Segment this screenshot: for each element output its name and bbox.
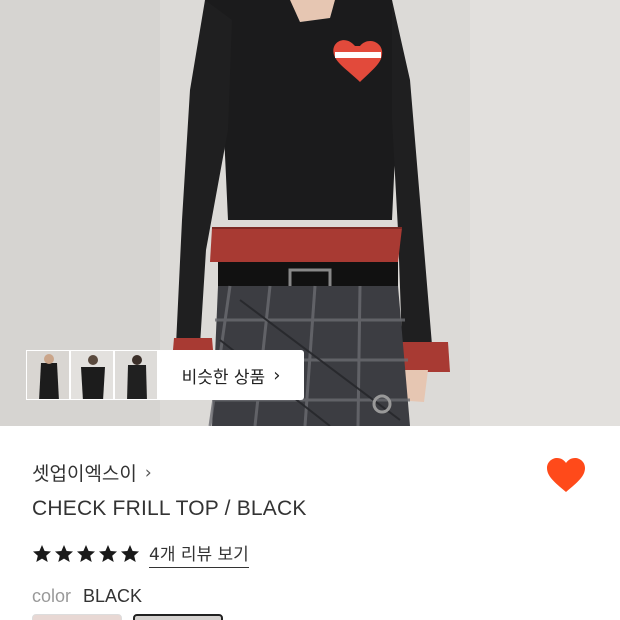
heart-icon[interactable] xyxy=(546,458,586,494)
star-icon xyxy=(99,545,117,562)
chevron-right-icon: › xyxy=(144,462,152,483)
similar-thumbnail[interactable] xyxy=(70,350,114,400)
brand-name: 셋업이엑스이 xyxy=(32,463,137,485)
color-value: BLACK xyxy=(83,586,143,606)
star-icon xyxy=(55,545,73,562)
similar-products-button[interactable]: 비슷한 상품 › xyxy=(158,350,304,400)
similar-products-label: 비슷한 상품 xyxy=(181,367,266,388)
color-swatch[interactable] xyxy=(32,614,122,620)
similar-thumbnail[interactable] xyxy=(26,350,70,400)
star-icon xyxy=(33,545,51,562)
star-icon xyxy=(121,545,139,562)
star-icon xyxy=(77,545,95,562)
brand-link[interactable]: 셋업이엑스이 › xyxy=(32,459,152,486)
color-option: color BLACK xyxy=(32,586,142,607)
similar-products-bar[interactable]: 비슷한 상품 › xyxy=(26,350,304,400)
product-title: CHECK FRILL TOP / BLACK xyxy=(32,497,307,520)
similar-thumbnail[interactable] xyxy=(114,350,158,400)
color-swatch-selected[interactable] xyxy=(133,614,223,620)
reviews-link[interactable]: 4개 리뷰 보기 xyxy=(149,540,249,568)
chevron-right-icon: › xyxy=(273,364,281,386)
rating-row: 4개 리뷰 보기 xyxy=(32,540,249,568)
similar-thumbnails[interactable] xyxy=(26,350,158,400)
star-rating xyxy=(32,544,140,564)
color-label: color xyxy=(32,586,72,606)
